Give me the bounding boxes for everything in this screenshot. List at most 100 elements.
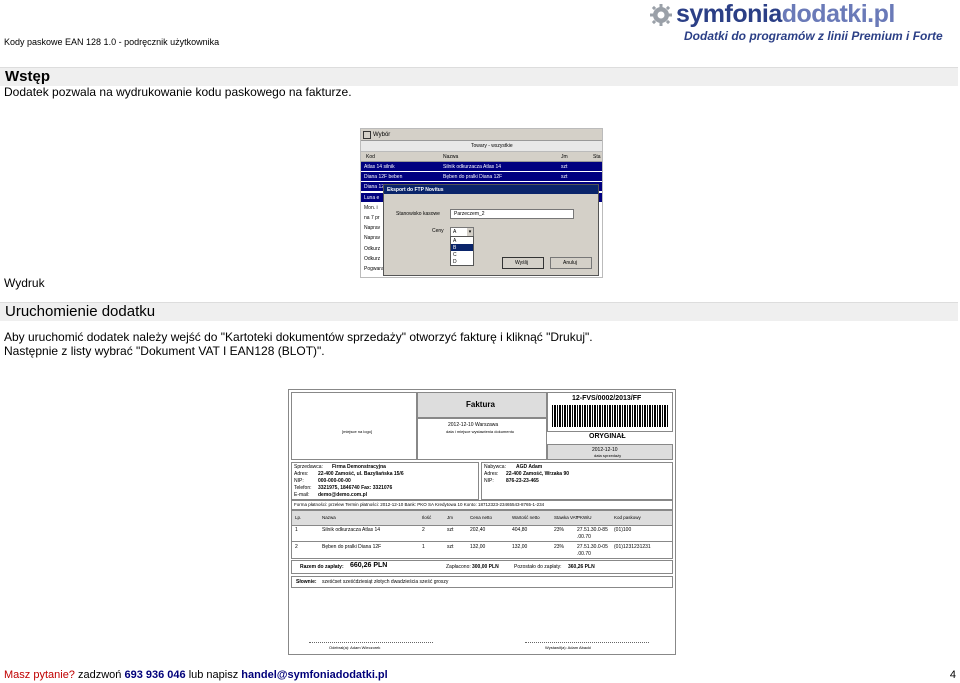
- table-col-header: Ilość: [422, 515, 432, 520]
- list-item-nazwa: Silnik odkurzacza Atlas 14: [443, 164, 502, 170]
- footer-call: zadzwoń: [74, 669, 125, 681]
- section-title-intro: Wstęp: [5, 68, 50, 85]
- barcode: [552, 405, 668, 427]
- table-cell: 23%: [554, 544, 565, 550]
- ceny-option[interactable]: D: [451, 258, 473, 265]
- table-cell: 2: [295, 544, 298, 550]
- table-cell: 1: [422, 544, 425, 550]
- table-cell-pkwiu-suffix: .00.70: [577, 534, 591, 540]
- footer-email-link[interactable]: handel@symfoniadodatki.pl: [241, 669, 387, 681]
- list-item[interactable]: Atlas 14 silnik Silnik odkurzacza Atlas 1…: [361, 162, 602, 171]
- date-box: 2012-12-10 Warszawa data i miejsce wysta…: [417, 418, 547, 460]
- table-cell: Bęben do pralki Diana 12F: [322, 544, 382, 550]
- ceny-option[interactable]: A: [451, 237, 473, 244]
- col-kod: Kod: [366, 154, 375, 160]
- list-item-kod: Atlas 14 silnik: [364, 164, 395, 170]
- section-header-launch: Uruchomienie dodatku: [0, 302, 958, 321]
- table-cell: (01)1231231231: [614, 544, 651, 550]
- anuluj-button[interactable]: Anuluj: [550, 257, 592, 269]
- window-title: Wybór: [373, 132, 391, 138]
- signature-left: Odebrał(a): Adam Wieczorek: [309, 642, 433, 651]
- table-col-header: Lp.: [295, 515, 302, 520]
- list-item-kod: Odkurz: [364, 245, 381, 252]
- stanowisko-select[interactable]: Parzeczem_2: [450, 209, 574, 219]
- payment-line: Forma płatności: przelew Termin płatnośc…: [291, 500, 673, 510]
- table-row: 1 Silnik odkurzacza Atlas 14 2 szt 202,40 404…: [291, 525, 673, 542]
- table-cell: 27.51.30.0-05: [577, 544, 608, 550]
- amount-in-words-box: Słownie: sześćset sześćdziesiąt złotych …: [291, 576, 673, 588]
- table-cell: szt: [447, 544, 454, 550]
- list-item[interactable]: Diana 12F beben Bęben do pralki Diana 12F…: [361, 172, 602, 182]
- footer-or-write: lub napisz: [185, 669, 242, 681]
- list-header: Kod Nazwa Jm Sta: [361, 152, 602, 162]
- table-col-header: Wartość netto: [512, 515, 540, 520]
- ceny-label: Ceny: [432, 228, 444, 234]
- ceny-options-list[interactable]: ABCD: [450, 236, 474, 266]
- footer-phone-link[interactable]: 693 936 046: [124, 669, 185, 681]
- launch-text-line2: Następnie z listy wybrać "Dokument VAT I…: [4, 344, 325, 358]
- table-col-header: Cena netto: [470, 515, 493, 520]
- table-cell: (01)100: [614, 527, 632, 533]
- export-dialog: Eksport do FTP Novitus Stanowisko kasowe…: [383, 184, 599, 276]
- col-nazwa: Nazwa: [443, 154, 459, 160]
- caption-print: Wydruk: [4, 276, 45, 290]
- list-item-kod: Luna e: [364, 194, 380, 201]
- list-item-jm: szt: [561, 174, 568, 181]
- invoice-number-box: 12-FVS/0002/2013/FF: [547, 392, 673, 432]
- table-cell: szt: [447, 527, 454, 533]
- list-item-kod: Diana 12F beben: [364, 174, 403, 181]
- table-cell: 202,40: [470, 527, 486, 533]
- section-header-intro: Wstęp: [0, 67, 958, 86]
- screenshot-export-dialog: Wybór Towary - wszystkie Kod Nazwa Jm St…: [360, 128, 603, 278]
- footer-contact: Masz pytanie? zadzwoń 693 936 046 lub na…: [4, 669, 388, 681]
- logo-box: [miejsce na logo]: [291, 392, 417, 460]
- footer-question: Masz pytanie?: [4, 669, 75, 681]
- wyslij-button[interactable]: Wyślij: [502, 257, 544, 269]
- list-item-kod: Mon. i: [364, 204, 378, 211]
- intro-text: Dodatek pozwala na wydrukowanie kodu pas…: [4, 85, 352, 99]
- stanowisko-label: Stanowisko kasowe: [396, 211, 440, 217]
- table-col-header: PKWiU: [577, 515, 592, 520]
- page-number: 4: [949, 669, 956, 681]
- list-item-kod: Odkurz: [364, 255, 381, 262]
- table-cell: 132,00: [470, 544, 486, 550]
- window-icon: [363, 131, 371, 139]
- table-cell: Silnik odkurzacza Atlas 14: [322, 527, 381, 533]
- chevron-down-icon: ▾: [467, 228, 473, 236]
- items-table-header: Lp. Nazwa Ilość Jm Cena netto Wartość netto St…: [291, 510, 673, 526]
- list-item-kod: Naprav: [364, 235, 381, 242]
- table-cell: 404,80: [512, 527, 528, 533]
- symfoniadodatki-logo[interactable]: symfoniadodatki.pl Dodatki do programów …: [648, 0, 958, 46]
- totals-box: Razem do zapłaty: 660,26 PLN Zapłacono: …: [291, 560, 673, 574]
- section-title-launch: Uruchomienie dodatku: [5, 303, 156, 320]
- ceny-option-label: D: [453, 259, 457, 265]
- table-cell: 132,00: [512, 544, 528, 550]
- list-item-nazwa: Bęben do pralki Diana 12F: [443, 174, 503, 181]
- table-cell: 2: [422, 527, 425, 533]
- list-title: Towary - wszystkie: [471, 143, 513, 149]
- col-jm: Jm: [561, 154, 568, 160]
- ceny-option[interactable]: B: [451, 244, 473, 251]
- document-title: Kody paskowe EAN 128 1.0 - podręcznik uż…: [4, 37, 220, 47]
- col-sta: Sta: [593, 154, 601, 160]
- list-item-kod: Naprav: [364, 225, 381, 232]
- list-item-kod: na 7 pr: [364, 215, 380, 221]
- table-col-header: Kod paskowy: [614, 515, 641, 520]
- table-row: 2 Bęben do pralki Diana 12F 1 szt 132,00 132,…: [291, 542, 673, 559]
- logo-wordmark: symfoniadodatki.pl: [676, 0, 895, 28]
- ceny-option[interactable]: C: [451, 251, 473, 258]
- launch-text-line1: Aby uruchomić dodatek należy wejść do "K…: [4, 330, 593, 344]
- table-cell-pkwiu-suffix: .00.70: [577, 551, 591, 557]
- table-cell: 23%: [554, 527, 565, 533]
- seller-box: Sprzedawca: Firma Demonstracyjna Adres: …: [291, 462, 479, 500]
- table-col-header: Nazwa: [322, 515, 336, 520]
- logo-tagline: Dodatki do programów z linii Premium i F…: [684, 29, 943, 43]
- table-col-header: Stawka VAT: [554, 515, 579, 520]
- dialog-title: Eksport do FTP Novitus: [387, 187, 444, 193]
- screenshot-invoice: [miejsce na logo] Faktura 12-FVS/0002/20…: [288, 389, 676, 655]
- list-item-jm: szt: [561, 164, 568, 170]
- list-toolbar: Towary - wszystkie: [361, 141, 602, 152]
- invoice-title-box: Faktura: [417, 392, 547, 418]
- table-col-header: Jm: [447, 515, 453, 520]
- sale-date-box: 2012-12-10 data sprzedaży: [547, 444, 673, 460]
